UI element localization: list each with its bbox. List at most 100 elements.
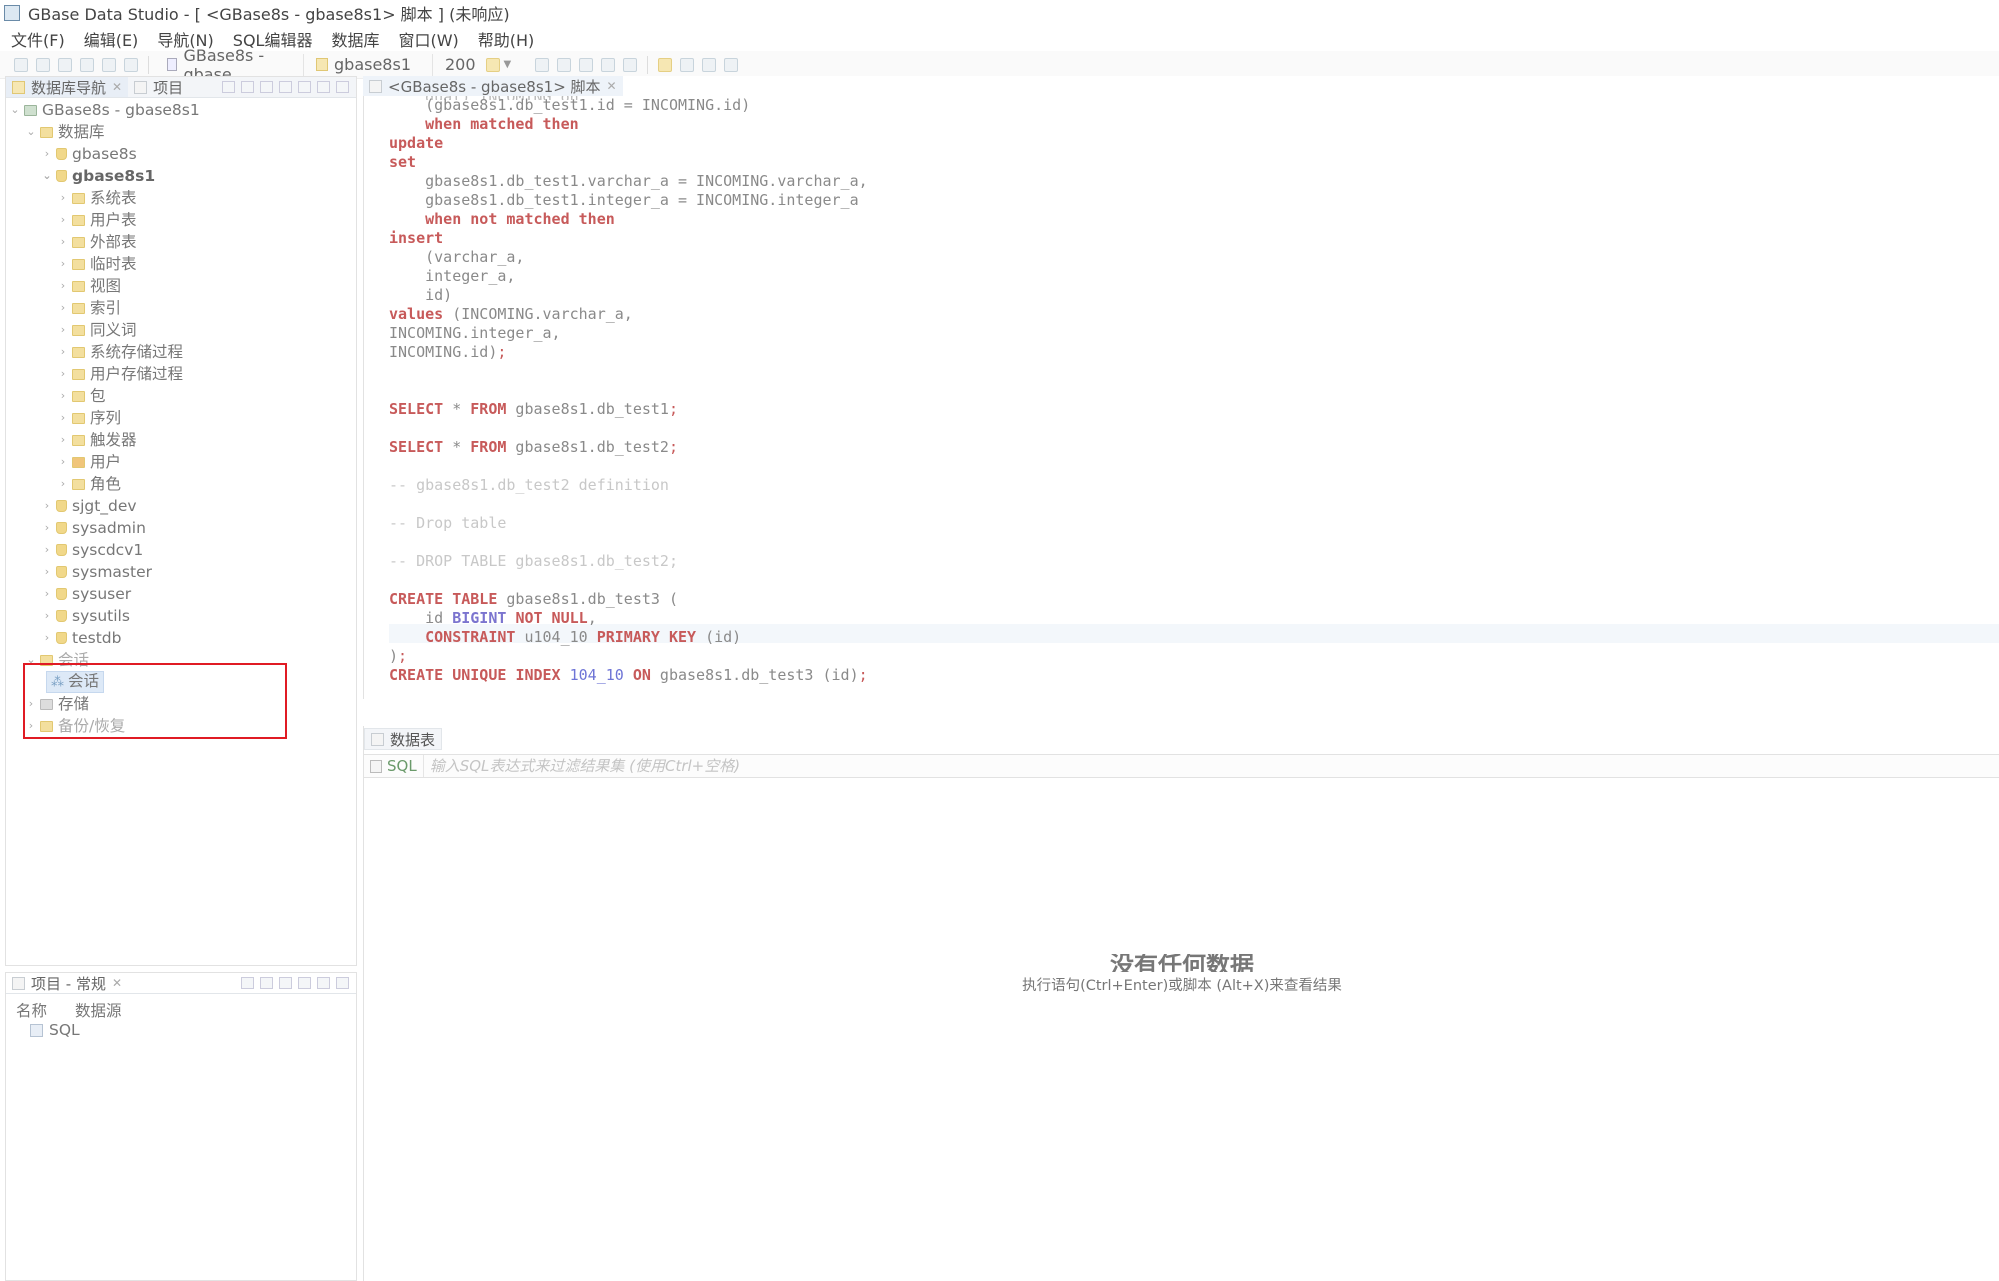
configure-icon[interactable] (298, 81, 311, 93)
chevron-down-icon[interactable]: ⌄ (8, 99, 22, 121)
connect-icon[interactable] (260, 81, 273, 93)
user-icon[interactable] (702, 57, 717, 72)
minimize-icon[interactable] (317, 81, 330, 93)
chevron-down-icon[interactable]: ⌄ (24, 121, 38, 143)
column-datasource[interactable]: 数据源 (75, 999, 122, 1021)
tree-node-packages[interactable]: › 包 (56, 385, 106, 407)
sql-filter-button[interactable]: SQL (364, 755, 424, 777)
tree-node-backup-restore[interactable]: › 备份/恢复 (24, 715, 125, 737)
chevron-right-icon[interactable]: › (56, 473, 70, 495)
chevron-down-icon[interactable]: ▼ (504, 59, 512, 70)
link-editor-icon[interactable] (241, 81, 254, 93)
tab-database-navigator[interactable]: 数据库导航 ✕ (6, 77, 129, 97)
chevron-right-icon[interactable]: › (56, 363, 70, 385)
tree-node-sequences[interactable]: › 序列 (56, 407, 121, 429)
tree-node-db-sjgt-dev[interactable]: › sjgt_dev (40, 495, 137, 517)
chevron-down-icon[interactable]: ⌄ (40, 165, 54, 187)
tree-node-databases[interactable]: ⌄ 数据库 (24, 121, 104, 143)
filter-input[interactable] (423, 756, 1999, 776)
tree-node-db-gbase8s1[interactable]: ⌄ gbase8s1 (40, 165, 155, 187)
chevron-right-icon[interactable]: › (40, 143, 54, 165)
tree-node-db-syscdcv1[interactable]: › syscdcv1 (40, 539, 143, 561)
column-name[interactable]: 名称 (16, 999, 47, 1021)
script-icon[interactable] (680, 57, 695, 72)
tree-node-db-sysmaster[interactable]: › sysmaster (40, 561, 152, 583)
link-icon[interactable] (298, 977, 311, 989)
tab-sql-script[interactable]: <GBase8s - gbase8s1> 脚本 ✕ (363, 76, 623, 96)
new-icon[interactable] (279, 977, 292, 989)
chevron-right-icon[interactable]: › (56, 231, 70, 253)
save-icon[interactable] (535, 57, 550, 72)
tree-node-sessions[interactable]: ⌄ 会话 (24, 649, 89, 671)
chevron-right-icon[interactable]: › (40, 495, 54, 517)
chevron-right-icon[interactable]: › (40, 561, 54, 583)
tree-node-views[interactable]: › 视图 (56, 275, 121, 297)
filter-icon[interactable] (485, 57, 500, 72)
paste-icon[interactable] (579, 57, 594, 72)
collapse-all-icon[interactable] (279, 81, 292, 93)
tree-node-indexes[interactable]: › 索引 (56, 297, 121, 319)
sql-editor[interactable]: dual) INCOMING on (gbase8s1.db_test1.id … (363, 76, 1999, 798)
chevron-right-icon[interactable]: › (24, 693, 38, 715)
tree-node-roles[interactable]: › 角色 (56, 473, 121, 495)
chevron-right-icon[interactable]: › (40, 627, 54, 649)
tree-node-system-tables[interactable]: › 系统表 (56, 187, 137, 209)
tree-node-db-sysuser[interactable]: › sysuser (40, 583, 131, 605)
tree-node-external-tables[interactable]: › 外部表 (56, 231, 137, 253)
connection-selector[interactable]: GBase8s - gbase (161, 46, 304, 84)
maximize-icon[interactable] (336, 977, 349, 989)
new-connection-icon[interactable] (14, 57, 28, 72)
chevron-right-icon[interactable]: › (56, 319, 70, 341)
tree-node-connection[interactable]: ⌄ GBase8s - gbase8s1 (8, 99, 199, 121)
tree-node-session-item[interactable]: ⁂ 会话 (46, 671, 105, 693)
transaction-icon[interactable] (58, 57, 72, 72)
chevron-right-icon[interactable]: › (56, 451, 70, 473)
commit-icon[interactable] (80, 57, 94, 72)
chevron-right-icon[interactable]: › (56, 407, 70, 429)
chevron-right-icon[interactable]: › (56, 209, 70, 231)
tree-node-db-sysutils[interactable]: › sysutils (40, 605, 130, 627)
tree-node-db-testdb[interactable]: › testdb (40, 627, 122, 649)
lightning-icon[interactable] (658, 57, 673, 72)
tree-node-system-procedures[interactable]: › 系统存储过程 (56, 341, 183, 363)
menu-edit[interactable]: 编辑(E) (84, 27, 139, 51)
tree-node-db-sysadmin[interactable]: › sysadmin (40, 517, 146, 539)
chevron-right-icon[interactable]: › (56, 429, 70, 451)
menu-window[interactable]: 窗口(W) (398, 27, 458, 51)
chevron-right-icon[interactable]: › (56, 187, 70, 209)
chevron-right-icon[interactable]: › (56, 297, 70, 319)
settings-icon[interactable] (241, 977, 254, 989)
close-icon[interactable]: ✕ (607, 79, 617, 93)
new-folder-icon[interactable] (222, 81, 235, 93)
tree-node-db-gbase8s[interactable]: › gbase8s (40, 143, 137, 165)
close-icon[interactable]: ✕ (112, 80, 122, 94)
schema-selector[interactable]: gbase8s1 (310, 53, 433, 76)
tab-projects[interactable]: 项目 (128, 77, 189, 97)
rollback-icon[interactable] (102, 57, 116, 72)
result-limit-field[interactable]: 200 (439, 54, 482, 76)
tree-node-triggers[interactable]: › 触发器 (56, 429, 137, 451)
tree-node-temp-tables[interactable]: › 临时表 (56, 253, 137, 275)
close-icon[interactable]: ✕ (112, 976, 122, 990)
disconnect-icon[interactable] (36, 57, 50, 72)
chevron-right-icon[interactable]: › (40, 583, 54, 605)
chevron-right-icon[interactable]: › (56, 341, 70, 363)
menu-database[interactable]: 数据库 (331, 27, 379, 51)
tab-data-table[interactable]: 数据表 (364, 728, 443, 750)
selected-session[interactable]: ⁂ 会话 (46, 671, 105, 693)
tree-node-synonyms[interactable]: › 同义词 (56, 319, 137, 341)
chevron-right-icon[interactable]: › (56, 275, 70, 297)
chevron-down-icon[interactable]: ⌄ (24, 649, 38, 671)
chevron-right-icon[interactable]: › (56, 253, 70, 275)
chevron-right-icon[interactable]: › (24, 715, 38, 737)
refresh-icon[interactable] (124, 57, 138, 72)
lock-icon[interactable] (623, 57, 638, 72)
chevron-right-icon[interactable]: › (40, 605, 54, 627)
chevron-right-icon[interactable]: › (40, 539, 54, 561)
tree-node-storage[interactable]: › 存储 (24, 693, 89, 715)
menu-file[interactable]: 文件(F) (11, 27, 65, 51)
tab-project-general[interactable]: 项目 - 常规 ✕ (6, 973, 128, 993)
chevron-right-icon[interactable]: › (56, 385, 70, 407)
settings-icon[interactable] (724, 57, 739, 72)
minimize-icon[interactable] (317, 977, 330, 989)
